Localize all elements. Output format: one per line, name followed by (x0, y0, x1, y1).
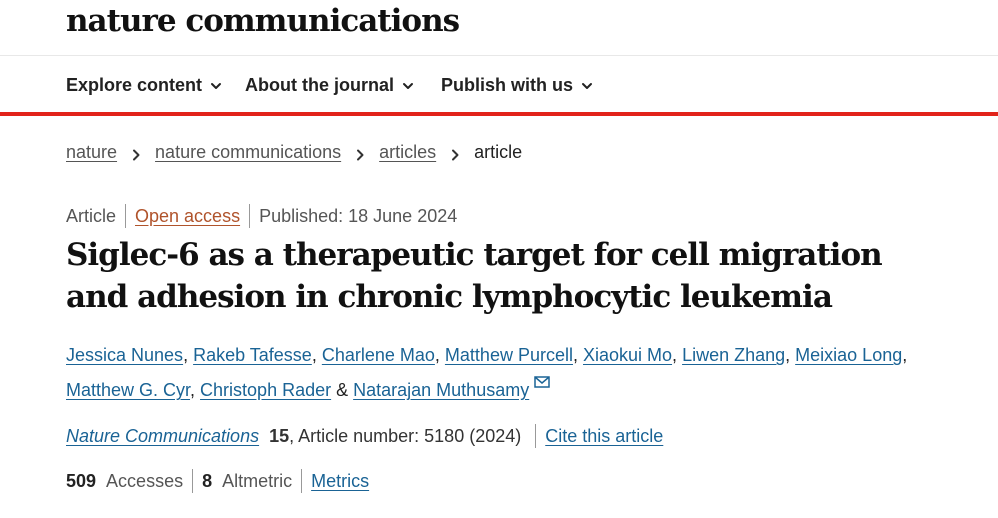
author-separator: , (190, 380, 201, 400)
nav-about-the-journal-label: About the journal (245, 75, 394, 95)
open-access-link[interactable]: Open access (135, 206, 240, 227)
author-separator: & (331, 380, 354, 400)
journal-logo[interactable]: nature communications (66, 3, 460, 39)
article-type: Article (66, 205, 117, 226)
journal-link[interactable]: Nature Communications (66, 426, 259, 447)
metrics-link[interactable]: Metrics (311, 471, 369, 492)
breadcrumb-articles[interactable]: articles (379, 142, 436, 163)
metrics-row: 509 Accesses 8 Altmetric Metrics (66, 469, 369, 493)
chevron-down-icon (402, 80, 414, 92)
breadcrumb-nature[interactable]: nature (66, 142, 117, 163)
author-separator: , (183, 345, 194, 365)
author-separator: , (672, 345, 683, 365)
main-nav: Explore content About the journal Publis… (0, 56, 998, 116)
chevron-right-icon (449, 146, 461, 160)
chevron-right-icon (354, 146, 366, 160)
author-link[interactable]: Christoph Rader (200, 380, 331, 400)
author-link[interactable]: Liwen Zhang (682, 345, 785, 365)
article-meta: Article Open access Published: 18 June 2… (66, 204, 457, 228)
chevron-down-icon (581, 80, 593, 92)
meta-divider (125, 204, 127, 228)
volume-number: 15 (269, 425, 290, 446)
breadcrumb-current: article (474, 142, 523, 162)
meta-divider (249, 204, 251, 228)
altmetric-label: Altmetric (222, 470, 293, 491)
breadcrumb-nature-communications[interactable]: nature communications (155, 142, 341, 163)
author-link[interactable]: Charlene Mao (322, 345, 435, 365)
cite-this-article-link[interactable]: Cite this article (545, 426, 663, 447)
nav-publish-with-us-label: Publish with us (441, 75, 574, 95)
author-separator: , (902, 345, 908, 365)
citation-row: Nature Communications 15, Article number… (66, 424, 663, 448)
meta-divider (535, 424, 537, 448)
altmetric-count: 8 (202, 470, 213, 491)
chevron-down-icon (210, 80, 222, 92)
author-separator: , (311, 345, 322, 365)
nav-explore-content[interactable]: Explore content (66, 75, 222, 96)
meta-divider (301, 469, 303, 493)
accesses-count: 509 (66, 470, 97, 491)
author-link[interactable]: Natarajan Muthusamy (353, 380, 529, 400)
author-separator: , (572, 345, 583, 365)
author-link[interactable]: Matthew G. Cyr (66, 380, 190, 400)
author-link[interactable]: Matthew Purcell (445, 345, 573, 365)
mail-icon[interactable] (534, 376, 550, 388)
chevron-right-icon (130, 146, 142, 160)
author-separator: , (785, 345, 796, 365)
article-title: Siglec-6 as a therapeutic target for cel… (66, 237, 883, 315)
author-link[interactable]: Meixiao Long (795, 345, 902, 365)
nav-publish-with-us[interactable]: Publish with us (441, 75, 593, 96)
author-separator: , (434, 345, 445, 365)
nav-about-the-journal[interactable]: About the journal (245, 75, 414, 96)
meta-divider (192, 469, 194, 493)
breadcrumb: nature nature communications articles ar… (66, 142, 522, 163)
accesses-label: Accesses (106, 470, 184, 491)
author-link[interactable]: Rakeb Tafesse (193, 345, 312, 365)
author-list: Jessica Nunes, Rakeb Tafesse, Charlene M… (66, 338, 946, 408)
author-link[interactable]: Jessica Nunes (66, 345, 183, 365)
nav-explore-content-label: Explore content (66, 75, 203, 95)
brand-header: nature communications (0, 0, 998, 56)
published-date: Published: 18 June 2024 (259, 205, 458, 226)
author-link[interactable]: Xiaokui Mo (583, 345, 672, 365)
article-number: , Article number: 5180 (2024) (289, 425, 522, 446)
